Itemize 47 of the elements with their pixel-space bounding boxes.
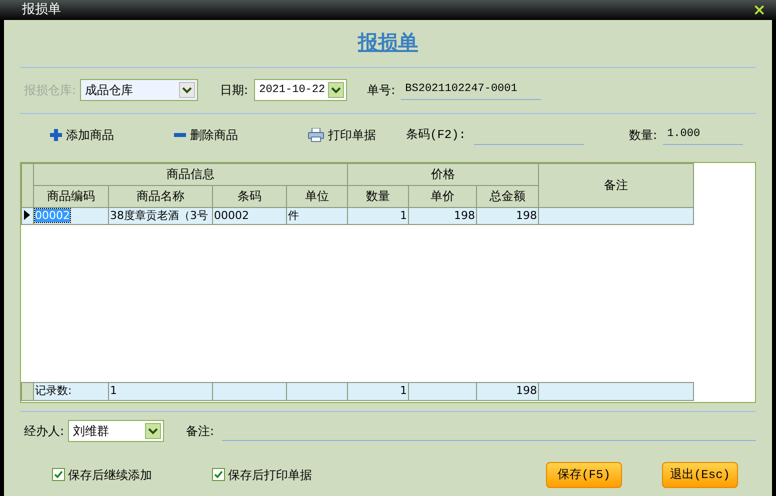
column-header: 商品名称 <box>108 185 212 207</box>
column-header: 单位 <box>286 185 348 207</box>
footer-cell: 1 <box>108 382 212 400</box>
table-cell: 00002 <box>212 207 286 224</box>
chevron-down-icon[interactable] <box>328 82 344 98</box>
date-picker[interactable]: 2021-10-22 <box>254 79 348 101</box>
add-button[interactable]: 添加商品 <box>50 126 114 144</box>
column-header: 条码 <box>212 185 286 207</box>
save-button[interactable]: 保存(F5) <box>546 462 622 488</box>
checkbox-label: 保存后继续添加 <box>68 466 152 484</box>
table-cell: 198 <box>476 207 539 224</box>
remark-label: 备注: <box>186 422 214 440</box>
barcode-label: 条码(F2): <box>406 126 466 144</box>
row-indicator[interactable] <box>22 207 34 224</box>
column-header: 单价 <box>408 185 476 207</box>
checkbox[interactable] <box>52 468 65 481</box>
column-header: 总金额 <box>476 185 539 207</box>
table-cell: 1 <box>348 207 408 224</box>
close-button[interactable]: × <box>752 2 766 18</box>
plus-icon <box>50 128 62 140</box>
record-count-label: 记录数: <box>34 382 108 400</box>
table-cell: 198 <box>408 207 476 224</box>
order-number-field: BS2021102247-0001 <box>401 80 542 100</box>
column-header: 数量 <box>348 185 408 207</box>
order-number-label: 单号: <box>367 82 396 99</box>
footer-cell: 198 <box>476 382 538 400</box>
quantity-label: 数量: <box>629 126 658 144</box>
column-group-header: 价格 <box>348 163 539 185</box>
remove-button[interactable]: 删除商品 <box>174 126 238 144</box>
chevron-down-icon[interactable] <box>145 422 162 438</box>
column-group-header: 商品信息 <box>34 163 348 185</box>
table-cell: 件 <box>286 207 348 224</box>
footer-cell: 1 <box>348 382 408 400</box>
date-label: 日期: <box>220 82 248 99</box>
exit-button[interactable]: 退出(Esc) <box>662 462 738 488</box>
handler-dropdown[interactable]: 刘维群 <box>68 420 164 442</box>
handler-label: 经办人: <box>24 422 64 440</box>
table-cell: 38度章贡老酒（3号 <box>108 207 212 224</box>
checkbox[interactable] <box>212 468 225 481</box>
form-title: 报损单 <box>358 28 418 56</box>
printer-icon <box>308 128 324 142</box>
column-group-header: 备注 <box>538 163 694 207</box>
column-header: 商品编码 <box>34 185 108 207</box>
print-button[interactable]: 打印单据 <box>308 126 376 144</box>
window-title: 报损单 <box>22 1 61 19</box>
quantity-field[interactable]: 1.000 <box>663 124 744 144</box>
checkbox-label: 保存后打印单据 <box>228 466 312 484</box>
